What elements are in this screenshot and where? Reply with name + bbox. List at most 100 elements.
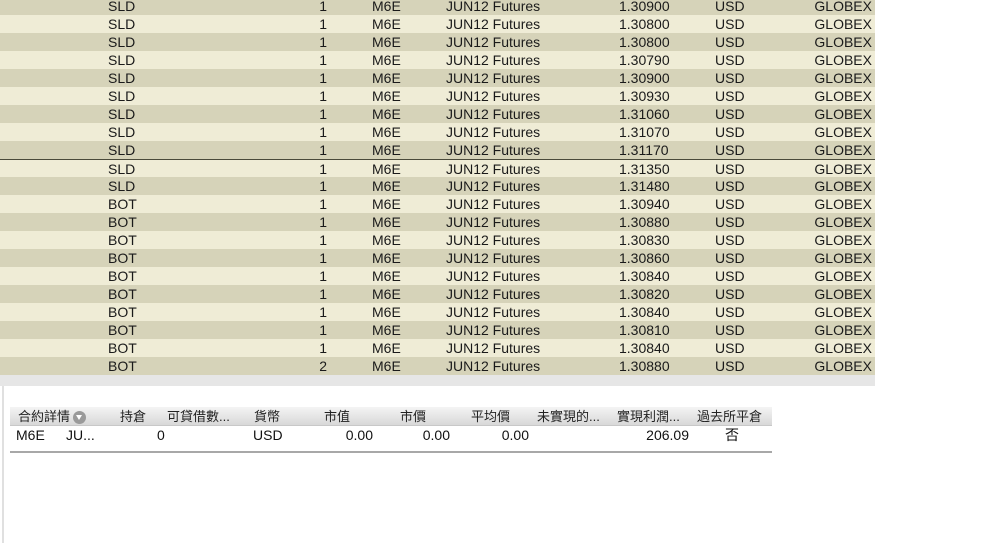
trade-currency: USD <box>715 232 745 248</box>
trade-expiry: JUN12 Futures <box>446 214 541 230</box>
trade-price: 1.30900 <box>619 70 670 86</box>
trade-row[interactable]: SLD 1 M6E JUN12 Futures 1.31060 USD GLOBEX <box>0 105 875 123</box>
trade-exchange: GLOBEX <box>814 16 872 32</box>
trade-symbol: M6E <box>372 322 401 338</box>
trade-price: 1.31060 <box>619 106 670 122</box>
trade-expiry: JUN12 Futures <box>446 161 541 177</box>
trade-exchange: GLOBEX <box>814 232 872 248</box>
trade-price: 1.30800 <box>619 34 670 50</box>
trade-row[interactable]: SLD 1 M6E JUN12 Futures 1.30900 USD GLOBEX <box>0 0 875 15</box>
header-currency[interactable]: 貨幣 <box>254 409 280 425</box>
trade-qty: 1 <box>319 214 327 230</box>
trade-qty: 1 <box>319 88 327 104</box>
trade-row[interactable]: SLD 1 M6E JUN12 Futures 1.31350 USD GLOBEX <box>0 159 875 177</box>
trade-side: BOT <box>108 268 137 284</box>
panel-divider[interactable] <box>0 375 875 386</box>
trade-side: SLD <box>108 16 136 32</box>
dropdown-circle-icon[interactable] <box>73 411 87 424</box>
trade-row[interactable]: SLD 1 M6E JUN12 Futures 1.31070 USD GLOBEX <box>0 123 875 141</box>
trade-symbol: M6E <box>372 70 401 86</box>
trade-side: BOT <box>108 214 137 230</box>
trade-currency: USD <box>715 124 745 140</box>
trade-exchange: GLOBEX <box>814 340 872 356</box>
trade-symbol: M6E <box>372 178 401 194</box>
trade-side: SLD <box>108 124 136 140</box>
trade-expiry: JUN12 Futures <box>446 322 541 338</box>
trade-currency: USD <box>715 196 745 212</box>
trade-side: BOT <box>108 340 137 356</box>
trade-qty: 2 <box>319 358 327 374</box>
trade-exchange: GLOBEX <box>814 268 872 284</box>
trade-price: 1.31480 <box>619 178 670 194</box>
header-avg-price[interactable]: 平均價 <box>471 409 510 425</box>
header-contract[interactable]: 合約詳情 <box>18 409 87 425</box>
trade-side: BOT <box>108 358 137 374</box>
trade-row[interactable]: BOT 1 M6E JUN12 Futures 1.30860 USD GLOBEX <box>0 249 875 267</box>
header-position[interactable]: 持倉 <box>120 409 146 425</box>
row-currency: USD <box>253 427 283 443</box>
trade-price: 1.30900 <box>619 0 670 14</box>
trade-row[interactable]: BOT 1 M6E JUN12 Futures 1.30840 USD GLOBEX <box>0 339 875 357</box>
header-borrowable[interactable]: 可貸借數... <box>167 409 230 425</box>
trade-side: SLD <box>108 52 136 68</box>
trade-qty: 1 <box>319 34 327 50</box>
trade-currency: USD <box>715 88 745 104</box>
header-realized[interactable]: 實現利潤... <box>617 409 680 425</box>
row-avg-price: 0.00 <box>501 427 529 443</box>
portfolio-row[interactable]: M6E JU... 0 USD 0.00 0.00 0.00 206.09 否 <box>10 426 772 444</box>
trade-qty: 1 <box>319 106 327 122</box>
header-unrealized[interactable]: 未實現的... <box>537 409 600 425</box>
trade-row[interactable]: BOT 1 M6E JUN12 Futures 1.30830 USD GLOBEX <box>0 231 875 249</box>
trade-currency: USD <box>715 340 745 356</box>
trade-row[interactable]: SLD 1 M6E JUN12 Futures 1.30930 USD GLOBEX <box>0 87 875 105</box>
trade-qty: 1 <box>319 250 327 266</box>
trade-price: 1.30880 <box>619 358 670 374</box>
trade-row[interactable]: SLD 1 M6E JUN12 Futures 1.31480 USD GLOBEX <box>0 177 875 195</box>
trade-row[interactable]: SLD 1 M6E JUN12 Futures 1.30800 USD GLOBEX <box>0 15 875 33</box>
trade-row[interactable]: BOT 2 M6E JUN12 Futures 1.30880 USD GLOBEX <box>0 357 875 375</box>
trade-expiry: JUN12 Futures <box>446 250 541 266</box>
trade-expiry: JUN12 Futures <box>446 142 541 158</box>
trade-currency: USD <box>715 214 745 230</box>
trade-expiry: JUN12 Futures <box>446 70 541 86</box>
trade-currency: USD <box>715 358 745 374</box>
trade-row[interactable]: SLD 1 M6E JUN12 Futures 1.30800 USD GLOBEX <box>0 33 875 51</box>
trade-currency: USD <box>715 178 745 194</box>
trade-exchange: GLOBEX <box>814 142 872 158</box>
row-market-value: 0.00 <box>345 427 373 443</box>
trade-row[interactable]: BOT 1 M6E JUN12 Futures 1.30820 USD GLOBEX <box>0 285 875 303</box>
header-market-price[interactable]: 市價 <box>400 409 426 425</box>
trade-currency: USD <box>715 268 745 284</box>
trade-row[interactable]: BOT 1 M6E JUN12 Futures 1.30840 USD GLOBEX <box>0 303 875 321</box>
trade-exchange: GLOBEX <box>814 196 872 212</box>
trade-price: 1.30840 <box>619 268 670 284</box>
trade-row[interactable]: BOT 1 M6E JUN12 Futures 1.30940 USD GLOBEX <box>0 195 875 213</box>
trade-symbol: M6E <box>372 88 401 104</box>
row-market-price: 0.00 <box>422 427 450 443</box>
trade-side: BOT <box>108 322 137 338</box>
trade-qty: 1 <box>319 196 327 212</box>
trade-exchange: GLOBEX <box>814 250 872 266</box>
trade-price: 1.30940 <box>619 196 670 212</box>
trade-symbol: M6E <box>372 196 401 212</box>
trade-currency: USD <box>715 250 745 266</box>
header-closed[interactable]: 過去所平倉 <box>697 409 762 425</box>
trade-row[interactable]: SLD 1 M6E JUN12 Futures 1.31170 USD GLOBEX <box>0 141 875 159</box>
trade-qty: 1 <box>319 304 327 320</box>
trade-symbol: M6E <box>372 106 401 122</box>
trade-price: 1.30930 <box>619 88 670 104</box>
trade-price: 1.30840 <box>619 340 670 356</box>
trade-row[interactable]: BOT 1 M6E JUN12 Futures 1.30880 USD GLOBEX <box>0 213 875 231</box>
trade-row[interactable]: BOT 1 M6E JUN12 Futures 1.30810 USD GLOBEX <box>0 321 875 339</box>
header-market-value[interactable]: 市值 <box>324 409 350 425</box>
trade-row[interactable]: SLD 1 M6E JUN12 Futures 1.30790 USD GLOBEX <box>0 51 875 69</box>
trade-symbol: M6E <box>372 304 401 320</box>
trade-side: SLD <box>108 142 136 158</box>
trade-qty: 1 <box>319 16 327 32</box>
trade-exchange: GLOBEX <box>814 106 872 122</box>
trade-side: SLD <box>108 106 136 122</box>
trade-expiry: JUN12 Futures <box>446 304 541 320</box>
trade-row[interactable]: BOT 1 M6E JUN12 Futures 1.30840 USD GLOBEX <box>0 267 875 285</box>
trade-row[interactable]: SLD 1 M6E JUN12 Futures 1.30900 USD GLOBEX <box>0 69 875 87</box>
trade-expiry: JUN12 Futures <box>446 232 541 248</box>
